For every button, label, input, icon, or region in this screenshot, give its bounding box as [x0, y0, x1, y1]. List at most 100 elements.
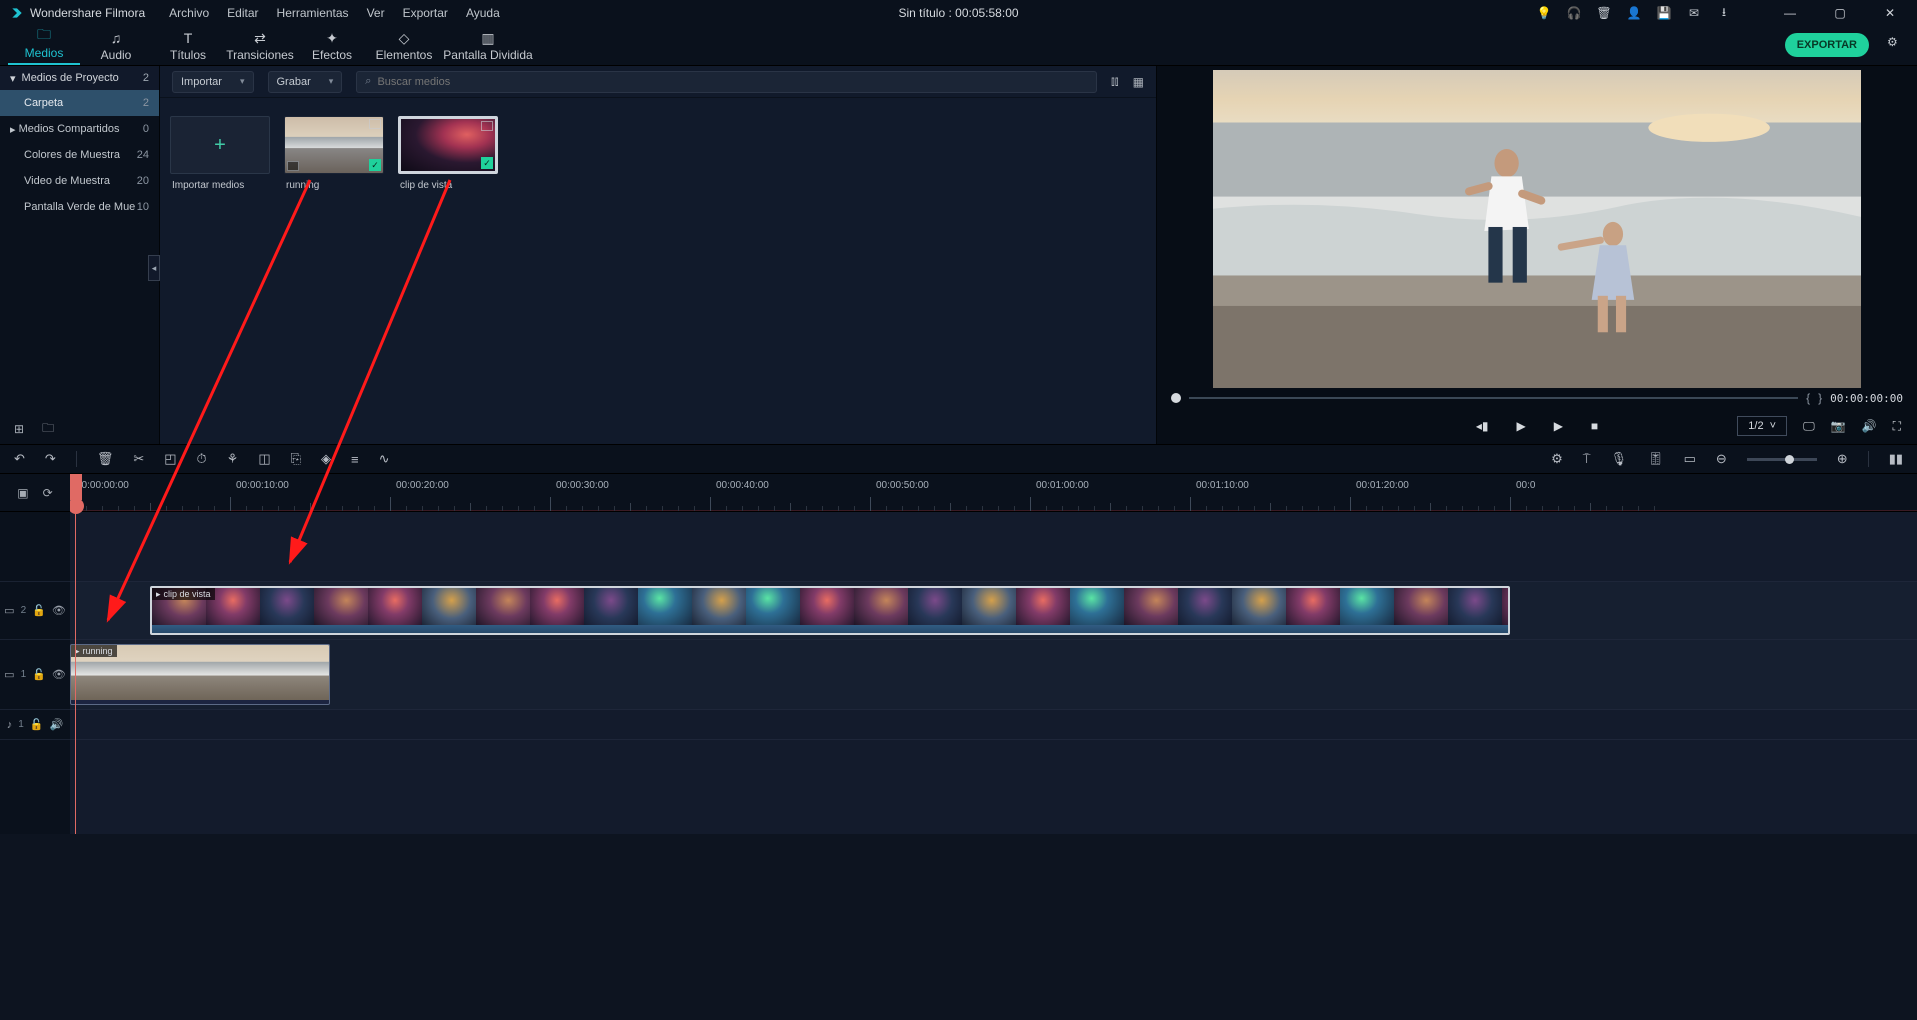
zoom-slider[interactable]	[1747, 458, 1817, 461]
delete-icon[interactable]: 🗑	[1597, 6, 1611, 20]
menu-ayuda[interactable]: Ayuda	[466, 6, 500, 20]
color-button[interactable]: ◫	[258, 451, 270, 467]
mark-out-icon[interactable]: }	[1818, 391, 1822, 405]
tab-transiciones[interactable]: ⇄ Transiciones	[224, 30, 296, 65]
playhead-dot[interactable]	[1171, 393, 1181, 403]
speed-button[interactable]: ⏱	[197, 451, 207, 467]
eye-icon[interactable]: 👁	[52, 668, 66, 681]
preview-progress[interactable]: { } 00:00:00:00	[1163, 388, 1911, 408]
maximize-button[interactable]: ▢	[1823, 6, 1857, 20]
mail-icon[interactable]: ✉	[1687, 6, 1701, 20]
sidebar-collapse-button[interactable]: ◂	[148, 255, 160, 281]
keyframe-button[interactable]: ◈	[321, 451, 331, 467]
volume-icon[interactable]: 🔊	[1862, 419, 1877, 433]
tab-titulos[interactable]: T Títulos	[152, 30, 224, 65]
menu-exportar[interactable]: Exportar	[403, 6, 448, 20]
track-v1[interactable]: ▸running	[70, 640, 1917, 710]
tab-elementos[interactable]: ◇ Elementos	[368, 30, 440, 65]
filter-icon[interactable]: ⫾⫾	[1111, 74, 1119, 89]
zoom-out-button[interactable]: ⊖	[1716, 451, 1727, 467]
progress-bar[interactable]	[1189, 397, 1798, 399]
fullscreen-icon[interactable]: ⛶	[1893, 419, 1901, 434]
grid-view-icon[interactable]: ▦	[1133, 75, 1144, 89]
menu-ver[interactable]: Ver	[367, 6, 385, 20]
tips-icon[interactable]: 💡	[1537, 6, 1551, 20]
media-import-card[interactable]: + Importar medios	[170, 116, 270, 191]
media-search[interactable]: ⌕	[356, 71, 1097, 93]
adjust-button[interactable]: ≡	[351, 452, 359, 467]
media-card-running[interactable]: ✓ running	[284, 116, 384, 191]
stop-button[interactable]: ■	[1591, 419, 1598, 433]
open-folder-icon[interactable]: 🗀	[42, 419, 54, 440]
media-card-clip-vista[interactable]: ✓ clip de vista	[398, 116, 498, 191]
tracks-area[interactable]: ▸clip de vista ▸running	[70, 512, 1917, 834]
speaker-icon[interactable]: 🔊	[50, 718, 64, 731]
timeline-settings-button[interactable]: ▮▮	[1889, 451, 1903, 467]
tab-medios[interactable]: 🗀 Medios	[8, 28, 80, 65]
render-button[interactable]: ⚙	[1551, 451, 1563, 467]
support-icon[interactable]: 🎧	[1567, 6, 1581, 20]
lock-icon[interactable]: 🔓	[32, 668, 46, 681]
play-button[interactable]: ▶	[1516, 419, 1525, 433]
track-head-v2[interactable]: ▭2 🔓 👁	[0, 582, 70, 640]
tab-pantalla-dividida[interactable]: ▥ Pantalla Dividida	[440, 30, 536, 65]
redo-button[interactable]: ↷	[45, 451, 56, 467]
clip-clip-de-vista[interactable]: ▸clip de vista	[150, 586, 1510, 635]
minimize-button[interactable]: —	[1773, 6, 1807, 20]
speedramp-button[interactable]: ⚘	[227, 451, 239, 467]
menu-bar: Archivo Editar Herramientas Ver Exportar…	[169, 6, 500, 20]
menu-herramientas[interactable]: Herramientas	[277, 6, 349, 20]
timeline-body[interactable]: 00:00:00:0000:00:10:0000:00:20:0000:00:3…	[70, 474, 1917, 834]
preview-page[interactable]: 1/2 ˅	[1737, 416, 1787, 436]
preview-canvas[interactable]	[1213, 70, 1861, 388]
timeline-menu2-icon[interactable]: ⟳	[43, 486, 53, 500]
export-button[interactable]: EXPORTAR	[1785, 33, 1869, 57]
snapshot-icon[interactable]: 📷	[1831, 419, 1846, 433]
sidebar-head-project-media[interactable]: ▾ Medios de Proyecto 2	[0, 66, 159, 90]
next-frame-button[interactable]: ▶	[1554, 419, 1563, 433]
track-v2[interactable]: ▸clip de vista	[70, 582, 1917, 640]
greenscreen-button[interactable]: ⎘	[291, 451, 301, 467]
lock-icon[interactable]: 🔓	[30, 718, 44, 731]
playhead[interactable]	[75, 512, 76, 834]
track-a1[interactable]	[70, 710, 1917, 740]
sidebar-item-shared[interactable]: ▸ Medios Compartidos 0	[0, 116, 159, 142]
split-button[interactable]: ✂	[133, 451, 144, 467]
tab-efectos[interactable]: ✦ Efectos	[296, 30, 368, 65]
tabs-gear-icon[interactable]: ⚙	[1887, 35, 1903, 51]
mixer-button[interactable]: 🎚	[1647, 451, 1664, 467]
tab-audio[interactable]: ♫ Audio	[80, 30, 152, 65]
marker-button[interactable]: ⍑	[1583, 451, 1591, 467]
media-search-input[interactable]	[377, 76, 1088, 88]
track-head-v1[interactable]: ▭1 🔓 👁	[0, 640, 70, 710]
audio-button[interactable]: ∿	[379, 451, 390, 467]
crop-button[interactable]: ◰	[164, 451, 176, 467]
record-dropdown[interactable]: Grabar▾	[268, 71, 343, 93]
account-icon[interactable]: 👤	[1627, 6, 1641, 20]
undo-button[interactable]: ↶	[14, 451, 25, 467]
eye-icon[interactable]: 👁	[52, 604, 66, 617]
prev-frame-button[interactable]: ◂▮	[1476, 419, 1489, 433]
zoom-in-button[interactable]: ⊕	[1837, 451, 1848, 467]
clip-running[interactable]: ▸running	[70, 644, 330, 705]
timeline-menu1-icon[interactable]: ▣	[17, 486, 28, 500]
menu-editar[interactable]: Editar	[227, 6, 258, 20]
sidebar-item-colors[interactable]: Colores de Muestra 24	[0, 142, 159, 168]
lock-icon[interactable]: 🔓	[32, 604, 46, 617]
close-button[interactable]: ✕	[1873, 6, 1907, 20]
mark-in-icon[interactable]: {	[1806, 391, 1810, 405]
menu-archivo[interactable]: Archivo	[169, 6, 209, 20]
timeline-ruler[interactable]: 00:00:00:0000:00:10:0000:00:20:0000:00:3…	[70, 474, 1917, 512]
new-folder-icon[interactable]: ⊞	[14, 422, 24, 436]
sidebar-item-carpeta[interactable]: Carpeta 2	[0, 90, 159, 116]
sidebar-item-green-screen[interactable]: Pantalla Verde de Mue 10	[0, 194, 159, 220]
import-dropdown[interactable]: Importar▾	[172, 71, 254, 93]
save-icon[interactable]: 💾	[1657, 6, 1671, 20]
delete-button[interactable]: 🗑	[97, 451, 114, 467]
sidebar-item-sample-video[interactable]: Video de Muestra 20	[0, 168, 159, 194]
voiceover-button[interactable]: 🎙	[1611, 451, 1628, 467]
addtrack-button[interactable]: ▭	[1684, 451, 1696, 467]
display-mode-icon[interactable]: 🖵	[1803, 419, 1815, 434]
download-icon[interactable]: ⭳	[1717, 6, 1731, 20]
track-head-a1[interactable]: ♪1 🔓 🔊	[0, 710, 70, 740]
